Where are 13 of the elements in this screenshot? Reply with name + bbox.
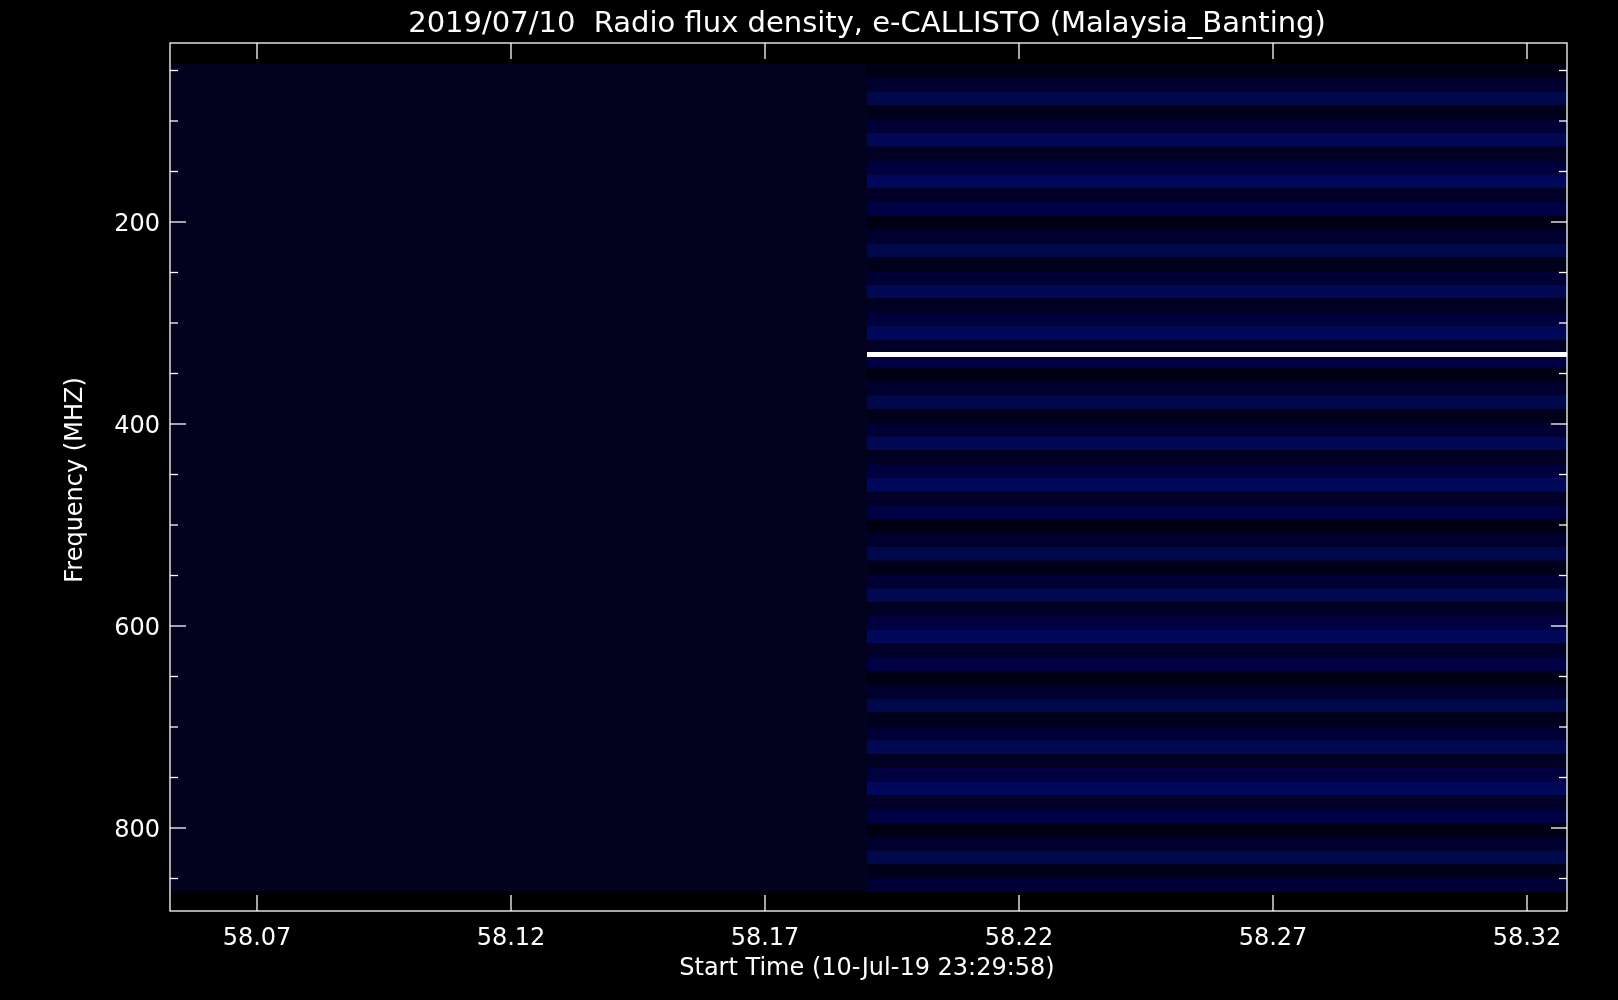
y-tick-label: 400	[114, 411, 160, 439]
x-tick-label: 58.27	[1238, 923, 1308, 951]
x-tick-label: 58.22	[984, 923, 1054, 951]
chart-title: 2019/07/10 Radio flux density, e-CALLISTO (Malaysia_Banting)	[408, 5, 1326, 39]
x-tick-label: 58.12	[476, 923, 546, 951]
x-tick-label: 58.07	[222, 923, 292, 951]
x-axis-label: Start Time (10-Jul-19 23:29:58)	[679, 953, 1055, 981]
x-tick-label: 58.32	[1492, 923, 1562, 951]
x-tick-label: 58.17	[730, 923, 800, 951]
y-tick-label: 200	[114, 209, 160, 237]
y-tick-label: 600	[114, 613, 160, 641]
y-axis-label: Frequency (MHZ)	[60, 377, 88, 583]
y-tick-label: 800	[114, 815, 160, 843]
